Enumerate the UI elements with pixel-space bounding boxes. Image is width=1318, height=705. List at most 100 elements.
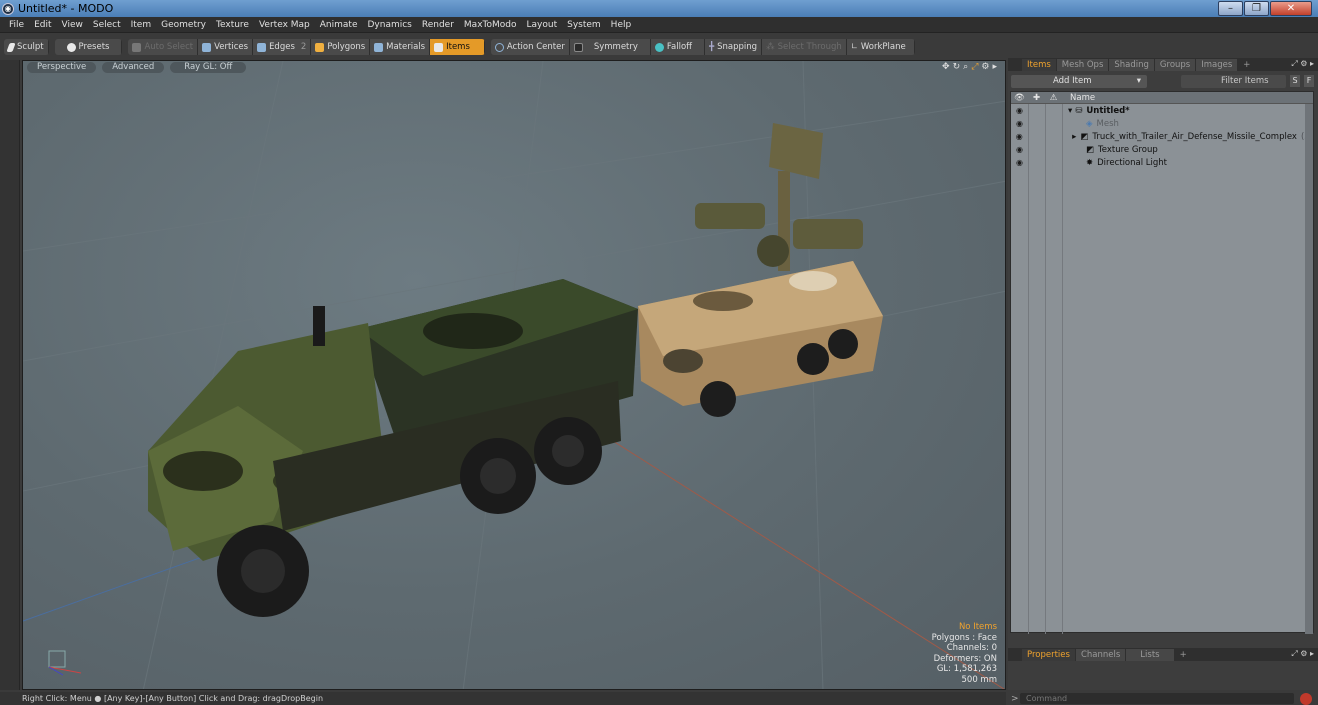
fit-icon[interactable]: ⤢ <box>971 62 978 72</box>
filter-items-input[interactable]: Filter Items <box>1181 74 1286 88</box>
materials-icon <box>374 42 384 52</box>
tab-groups[interactable]: Groups <box>1154 58 1196 71</box>
menu-file[interactable]: File <box>4 20 29 30</box>
auto-select-button[interactable]: Auto Select <box>128 39 199 55</box>
action-center-icon <box>494 42 504 52</box>
eye-icon[interactable]: ◉ <box>1011 132 1027 141</box>
items-toolbar: Add Item ▾ Filter Items S F <box>1008 73 1318 89</box>
3d-viewport[interactable]: Perspective Advanced Ray GL: Off ✥ ↻ ⌕ ⤢… <box>22 60 1006 690</box>
menu-maxtomodo[interactable]: MaxToModo <box>459 20 522 30</box>
tab-add[interactable]: + <box>1238 59 1255 71</box>
snapping-button[interactable]: ╋ Snapping <box>705 39 763 55</box>
column-divider <box>1062 104 1063 634</box>
vertices-button[interactable]: Vertices <box>198 39 254 55</box>
tab-channels[interactable]: Channels <box>1075 648 1126 661</box>
viewport-settings-icon[interactable]: ⚙ <box>981 62 989 72</box>
sculpt-label: Sculpt <box>17 42 44 52</box>
eye-icon[interactable]: ◉ <box>1011 119 1028 128</box>
close-button[interactable]: ✕ <box>1270 1 1312 16</box>
raygl-tab[interactable]: Ray GL: Off <box>170 61 247 73</box>
tree-row-scene[interactable]: ◉ ▾ ⛁ Untitled* <box>1011 104 1313 117</box>
tab-shading[interactable]: Shading <box>1109 58 1154 71</box>
viewport-header: Perspective Advanced Ray GL: Off <box>23 61 247 73</box>
menu-edit[interactable]: Edit <box>29 20 56 30</box>
items-panel: Items Mesh Ops Shading Groups Images + ⤢… <box>1008 58 1318 648</box>
materials-button[interactable]: Materials <box>370 39 431 55</box>
deformers-info: Deformers: ON <box>933 653 997 664</box>
snapping-label: Snapping <box>717 42 758 52</box>
tree-item-label: Truck_with_Trailer_Air_Defense_Missile_C… <box>1092 131 1297 142</box>
menu-animate[interactable]: Animate <box>315 20 363 30</box>
items-button[interactable]: Items <box>430 39 485 55</box>
filter-f-button[interactable]: F <box>1304 75 1314 87</box>
maximize-button[interactable]: ❐ <box>1244 1 1269 16</box>
tab-mesh-ops[interactable]: Mesh Ops <box>1056 58 1109 71</box>
advanced-tab[interactable]: Advanced <box>102 61 165 73</box>
edges-icon <box>257 42 267 52</box>
eye-icon[interactable]: ◉ <box>1011 145 1028 154</box>
tab-items[interactable]: Items <box>1022 58 1056 71</box>
rotate-icon[interactable]: ↻ <box>953 62 961 72</box>
perspective-tab[interactable]: Perspective <box>27 61 97 73</box>
items-label: Items <box>446 42 470 52</box>
panel-options-icon[interactable]: ⤢ ⚙ ▸ <box>1291 649 1314 659</box>
eye-icon[interactable]: ◉ <box>1011 158 1028 167</box>
menu-help[interactable]: Help <box>606 20 637 30</box>
light-icon: ✸ <box>1086 157 1094 168</box>
expand-icon[interactable]: ▾ <box>1068 106 1072 116</box>
materials-label: Materials <box>386 42 426 52</box>
menu-select[interactable]: Select <box>88 20 126 30</box>
pan-icon[interactable]: ✥ <box>942 62 950 72</box>
add-item-dropdown[interactable]: Add Item ▾ <box>1011 74 1147 88</box>
menu-bar: File Edit View Select Item Geometry Text… <box>0 17 1318 33</box>
zoom-icon[interactable]: ⌕ <box>963 62 968 72</box>
command-execute-button[interactable] <box>1300 692 1312 705</box>
menu-vertex-map[interactable]: Vertex Map <box>254 20 315 30</box>
eye-icon[interactable]: ◉ <box>1011 106 1028 115</box>
edges-count: 2 <box>300 42 307 52</box>
tree-row-truck-group[interactable]: ◉ ▸ ◩ Truck_with_Trailer_Air_Defense_Mis… <box>1011 130 1313 143</box>
add-item-label: Add Item <box>1053 76 1092 86</box>
filter-s-button[interactable]: S <box>1290 75 1300 87</box>
falloff-icon <box>654 42 664 52</box>
menu-view[interactable]: View <box>57 20 88 30</box>
tree-row-directional-light[interactable]: ◉ ✸ Directional Light <box>1011 156 1313 169</box>
falloff-button[interactable]: Falloff <box>650 39 706 55</box>
tab-add[interactable]: + <box>1175 649 1192 661</box>
item-tree-scrollbar[interactable] <box>1305 104 1313 634</box>
menu-render[interactable]: Render <box>417 20 459 30</box>
sculpt-button[interactable]: Sculpt <box>4 39 49 55</box>
tree-item-label: Directional Light <box>1097 157 1168 168</box>
select-through-button[interactable]: ⁂ Select Through <box>762 39 847 55</box>
workplane-button[interactable]: ∟ WorkPlane <box>846 39 915 55</box>
presets-button[interactable]: Presets <box>54 39 123 55</box>
edges-button[interactable]: Edges 2 <box>253 39 312 55</box>
snapping-icon: ╋ <box>709 42 715 52</box>
polygons-button[interactable]: Polygons <box>311 39 371 55</box>
falloff-label: Falloff <box>666 42 693 52</box>
menu-dynamics[interactable]: Dynamics <box>362 20 416 30</box>
menu-layout[interactable]: Layout <box>522 20 563 30</box>
item-tree: 👁 ✚ ⚠ Name ◉ ▾ ⛁ Untitled* ◉ ◈ Mesh ◉ ▸ … <box>1010 91 1314 634</box>
menu-system[interactable]: System <box>562 20 606 30</box>
chevron-down-icon: ▾ <box>1136 76 1141 86</box>
viewport-scene <box>23 61 1005 689</box>
action-center-button[interactable]: Action Center <box>490 39 570 55</box>
minimize-button[interactable]: – <box>1218 1 1243 16</box>
command-input[interactable]: Command <box>1020 693 1294 704</box>
menu-geometry[interactable]: Geometry <box>156 20 211 30</box>
viewport-menu-icon[interactable]: ▸ <box>992 62 997 72</box>
tab-images[interactable]: Images <box>1196 58 1238 71</box>
tab-properties[interactable]: Properties <box>1022 648 1075 661</box>
panel-options-icon[interactable]: ⤢ ⚙ ▸ <box>1291 59 1314 69</box>
vertices-label: Vertices <box>214 42 249 52</box>
tree-row-texture-group[interactable]: ◉ ◩ Texture Group <box>1011 143 1313 156</box>
tab-lists[interactable]: Lists <box>1126 648 1174 661</box>
tree-row-mesh[interactable]: ◉ ◈ Mesh <box>1011 117 1313 130</box>
no-items-label: No Items <box>958 622 997 632</box>
symmetry-button[interactable]: Symmetry <box>569 39 651 55</box>
menu-texture[interactable]: Texture <box>211 20 254 30</box>
column-divider <box>1028 104 1029 634</box>
menu-item[interactable]: Item <box>126 20 157 30</box>
expand-icon[interactable]: ▸ <box>1072 132 1076 142</box>
